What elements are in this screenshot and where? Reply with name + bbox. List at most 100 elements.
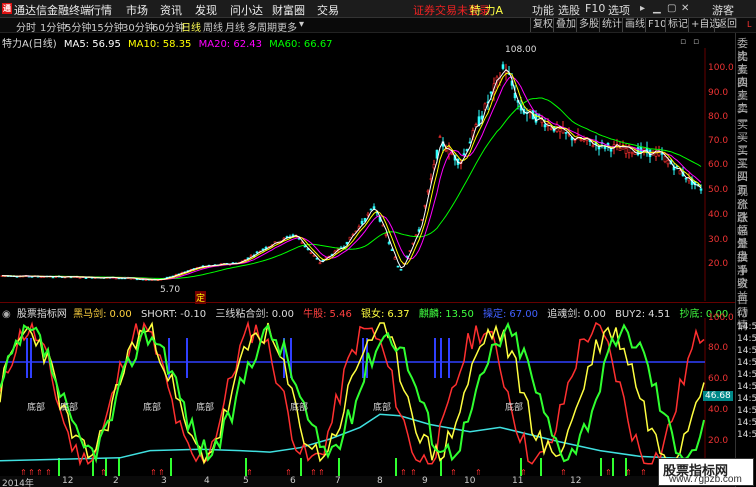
candle-body — [366, 213, 370, 216]
menu-wenxiaoda[interactable]: 问小达 — [230, 2, 263, 18]
divergence-label: 底部 — [143, 403, 162, 413]
buy-arrow-icon: ⇑ — [45, 468, 52, 476]
candle-body — [543, 124, 547, 128]
price-chart[interactable] — [0, 48, 735, 301]
indicator-axis-label: 20.0 — [708, 436, 729, 446]
blue-signal-bar — [440, 338, 442, 378]
btn-f10[interactable]: F10 — [645, 18, 666, 32]
blue-signal-bar — [186, 338, 188, 378]
btn-adjust[interactable]: 复权 — [530, 18, 553, 32]
period-tab-fenshi[interactable]: 分时 — [16, 19, 36, 34]
menu-f10[interactable]: F10 — [585, 2, 605, 15]
x-tick-label: 11 — [512, 476, 524, 486]
blue-signal-bar — [30, 338, 32, 378]
candle-body — [384, 233, 388, 236]
price-axis-label: 20.0 — [708, 259, 729, 269]
candle-body — [78, 277, 82, 279]
buy-arrow-icon: ⇑ — [640, 468, 647, 476]
indicator-chart[interactable]: ⇑⇑⇑⇑⇑⇑⇑⇑⇑⇑⇑⇑⇑⇑⇑⇑⇑⇑⇑⇑⇑ — [0, 318, 735, 476]
divergence-label: 底部 — [27, 403, 46, 413]
period-tab-60min[interactable]: 60分钟 — [152, 19, 185, 34]
panel-settings-icon[interactable]: ▫ — [693, 37, 699, 47]
menu-news[interactable]: 资讯 — [160, 2, 182, 18]
buy-arrow-icon: ⇑ — [400, 468, 407, 476]
x-tick-label: 6 — [290, 476, 296, 486]
period-tab-daily[interactable]: 日线 — [181, 19, 201, 34]
menu-discover[interactable]: 发现 — [195, 2, 217, 18]
buy-arrow-icon: ⇑ — [625, 468, 632, 476]
period-tab-multi[interactable]: 多周期 — [247, 19, 277, 34]
candle-body — [663, 156, 667, 163]
green-signal-bar — [118, 458, 120, 476]
period-toolbar: 分时 1分钟 5分钟 15分钟 30分钟 60分钟 日线 周线 月线 多周期 更… — [0, 18, 756, 34]
candle-body — [444, 149, 448, 152]
btn-draw[interactable]: 画线 — [622, 18, 645, 32]
period-tab-5min[interactable]: 5分钟 — [65, 19, 91, 34]
green-signal-bar — [612, 458, 614, 476]
menu-function[interactable]: 功能 — [532, 2, 554, 18]
price-axis-label: 60.0 — [708, 160, 729, 170]
btn-stats[interactable]: 统计 — [599, 18, 622, 32]
candle-body — [450, 153, 454, 156]
btn-overlay[interactable]: 叠加 — [553, 18, 576, 32]
candle-body — [318, 262, 322, 265]
menu-stock-select[interactable]: 选股 — [558, 2, 580, 18]
minimize-icon[interactable]: ▁ — [653, 3, 661, 14]
ma5-line — [1, 68, 702, 281]
close-icon[interactable]: ✕ — [681, 3, 689, 14]
period-tab-15min[interactable]: 15分钟 — [91, 19, 124, 34]
menu-market[interactable]: 市场 — [126, 2, 148, 18]
blue-signal-bar — [448, 338, 450, 378]
buy-arrow-icon: ⇑ — [158, 468, 165, 476]
candle-body — [372, 206, 376, 209]
btn-mark[interactable]: 标记 — [665, 18, 688, 32]
price-axis-label: 90.0 — [708, 88, 729, 98]
panel-collapse-icon[interactable]: ▫ — [680, 37, 686, 47]
blue-signal-bar — [26, 338, 28, 378]
green-signal-bar — [58, 458, 60, 476]
divergence-label: 底部 — [196, 403, 215, 413]
time-axis: 2014年 12 2 3 4 5 6 7 8 9 10 11 12 — [0, 476, 735, 487]
more-chevron-icon[interactable]: ▾ — [299, 19, 304, 30]
btn-multi-stock[interactable]: 多股 — [576, 18, 599, 32]
period-tab-1min[interactable]: 1分钟 — [40, 19, 66, 34]
divergence-label: 底部 — [290, 403, 309, 413]
green-signal-bar — [540, 458, 542, 476]
candle-body — [501, 64, 505, 69]
x-tick-label: 4 — [204, 476, 210, 486]
btn-back[interactable]: 返回 — [714, 18, 737, 32]
low-price-label: 5.70 — [160, 285, 181, 295]
quote-panel-flag-icon: L — [747, 20, 752, 29]
green-signal-bar — [395, 458, 397, 476]
x-tick-label: 5 — [243, 476, 249, 486]
candle-body — [399, 269, 403, 271]
candle-body — [414, 234, 418, 237]
candle-body — [462, 153, 466, 155]
buy-arrow-icon: ⇑ — [285, 468, 292, 476]
period-tab-30min[interactable]: 30分钟 — [122, 19, 155, 34]
current-indicator-value: 46.68 — [703, 391, 733, 401]
price-axis-label: 70.0 — [708, 136, 729, 146]
indicator-axis-label: 40.0 — [708, 405, 729, 415]
green-signal-bar — [600, 458, 602, 476]
menu-formula[interactable]: 选项 — [608, 2, 630, 18]
candle-body — [360, 220, 364, 225]
menu-quotes[interactable]: 行情 — [90, 2, 112, 18]
candle-body — [312, 255, 316, 257]
user-label[interactable]: 游客 — [712, 2, 734, 18]
high-price-label: 108.00 — [505, 45, 537, 55]
candle-body — [678, 170, 682, 175]
candle-body — [303, 245, 307, 248]
menu-trade[interactable]: 交易 — [317, 2, 339, 18]
candle-body — [393, 257, 397, 260]
price-axis-label: 30.0 — [708, 235, 729, 245]
candle-body — [300, 242, 304, 244]
period-tab-monthly[interactable]: 月线 — [225, 19, 245, 34]
price-axis-label: 80.0 — [708, 112, 729, 122]
period-tab-more[interactable]: 更多 — [277, 19, 297, 34]
x-tick-label: 12 — [570, 476, 582, 486]
buy-arrow-icon: ⇑ — [410, 468, 417, 476]
menu-wealth[interactable]: 财富圈 — [272, 2, 305, 18]
period-tab-weekly[interactable]: 周线 — [203, 19, 223, 34]
maximize-icon[interactable]: ▢ — [667, 3, 676, 14]
